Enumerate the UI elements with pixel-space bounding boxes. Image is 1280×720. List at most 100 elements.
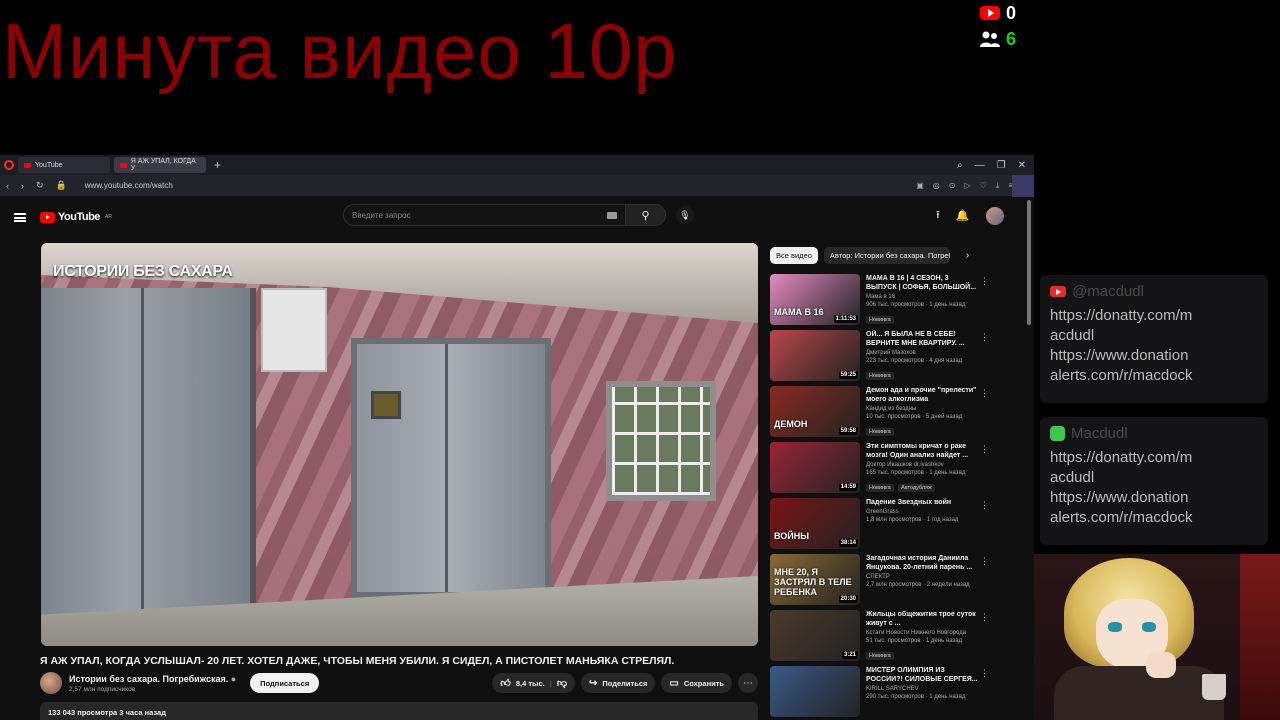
thumbnail[interactable]: МНЕ 20, Я ЗАСТРЯЛ В ТЕЛЕ РЕБЕНКА 20:30 — [770, 554, 860, 605]
new-tab-button[interactable]: + — [210, 158, 225, 172]
search-button[interactable]: ⚲ — [625, 205, 665, 225]
art-background — [1240, 554, 1280, 720]
heart-icon[interactable]: ♡ — [980, 181, 987, 191]
video-player[interactable]: ИСТОРИИ БЕЗ САХАРА — [41, 243, 758, 646]
kebab-menu-icon[interactable]: ⋮ — [980, 556, 989, 567]
kebab-menu-icon[interactable]: ⋮ — [980, 332, 989, 343]
panel-name: @macdudl — [1072, 283, 1144, 300]
recommendation-item[interactable]: МАМА В 16 1:11:53 МАМА В 16 | 4 СЕЗОН, 3 … — [770, 274, 992, 330]
thumbnail[interactable]: 3:21 — [770, 610, 860, 661]
panel-links: https://donatty.com/m acdudl https://www… — [1050, 306, 1258, 386]
restore-icon[interactable]: ❐ — [997, 160, 1006, 171]
url-field[interactable]: www.youtube.com/watch — [85, 181, 173, 190]
recommendation-channel[interactable]: GreenGrass — [866, 509, 978, 515]
forward-icon[interactable]: › — [21, 181, 24, 191]
donate-link[interactable]: https://www.donation — [1050, 346, 1258, 366]
like-count: 8,4 тыс. — [515, 678, 545, 688]
thumbnail[interactable]: 14:59 — [770, 442, 860, 493]
tab-youtube[interactable]: YouTube — [18, 157, 110, 173]
reload-icon[interactable]: ↻ — [36, 180, 44, 191]
bell-icon[interactable]: 🔔 — [956, 209, 970, 222]
recommendation-title[interactable]: Падение Звездных войн — [866, 498, 978, 507]
kebab-menu-icon[interactable]: ⋮ — [980, 612, 989, 623]
thumbnail[interactable]: ВОЙНЫ 38:14 — [770, 498, 860, 549]
like-button[interactable]: 👍︎ 8,4 тыс. | 👎︎ — [492, 673, 575, 693]
minimize-icon[interactable]: — — [975, 160, 985, 171]
kebab-menu-icon[interactable]: ⋮ — [980, 668, 989, 679]
mic-button[interactable]: 🎙 — [676, 206, 694, 224]
recommendation-title[interactable]: Эти симптомы кричат о раке мозга! Один а… — [866, 442, 978, 460]
recommendation-channel[interactable]: Кстати Новости Нижнего Новгорода — [866, 630, 978, 636]
subscribe-button[interactable]: Подписаться — [250, 673, 320, 693]
kebab-menu-icon[interactable]: ⋮ — [980, 500, 989, 511]
recommendation-title[interactable]: Жильцы общежития трое суток живут с ... — [866, 610, 978, 628]
recommendation-item[interactable]: 3:21 Жильцы общежития трое суток живут с… — [770, 610, 992, 666]
recommendation-channel[interactable]: Дмитрий Мазохов — [866, 350, 978, 356]
donate-link-cont[interactable]: alerts.com/r/macdock — [1050, 508, 1258, 528]
extension-button[interactable] — [1012, 175, 1034, 197]
recommendation-item[interactable]: МИСТЕР ОЛИМПИЯ ИЗ РОССИИ?! СИЛОВЫЕ СЕРГЕ… — [770, 666, 992, 720]
recommendation-item[interactable]: ДЕМОН 59:58 Демон ада и прочие "прелести"… — [770, 386, 992, 442]
channel-subs: 2,57 млн подписчиков — [69, 685, 136, 693]
donate-link-cont[interactable]: acdudl — [1050, 326, 1258, 346]
donate-link[interactable]: https://www.donation — [1050, 488, 1258, 508]
thumbnail[interactable] — [770, 666, 860, 717]
kebab-menu-icon[interactable]: ⋮ — [980, 276, 989, 287]
cast-icon[interactable]: ▷ — [964, 181, 970, 191]
recommendation-channel[interactable]: Доктор Ивашков dr.ivashkov — [866, 462, 978, 468]
search-input[interactable]: Введите запрос — [352, 211, 607, 220]
donate-link[interactable]: https://donatty.com/m — [1050, 306, 1258, 326]
kebab-menu-icon[interactable]: ⋮ — [980, 444, 989, 455]
youtube-logo[interactable]: YouTube AR — [40, 211, 112, 223]
channel-avatar[interactable] — [40, 672, 62, 694]
channel-name[interactable]: Истории без сахара. Погребижская. ● — [69, 674, 236, 684]
user-avatar[interactable] — [985, 206, 1004, 225]
duration-badge: 1:11:53 — [833, 315, 858, 323]
donate-link[interactable]: https://donatty.com/m — [1050, 448, 1258, 468]
keyboard-icon[interactable] — [607, 211, 617, 219]
recommendation-title[interactable]: МАМА В 16 | 4 СЕЗОН, 3 ВЫПУСК | СОФЬЯ, Б… — [866, 274, 978, 292]
chevron-right-icon[interactable]: › — [966, 250, 969, 261]
close-icon[interactable]: ✕ — [1018, 160, 1026, 171]
logo-text: YouTube — [58, 211, 100, 223]
thumbnail[interactable]: 59:25 — [770, 330, 860, 381]
thumbnail-text: МНЕ 20, Я ЗАСТРЯЛ В ТЕЛЕ РЕБЕНКА — [774, 567, 852, 597]
thumbnail[interactable]: МАМА В 16 1:11:53 — [770, 274, 860, 325]
pip-icon[interactable]: ▣ — [916, 181, 924, 191]
save-button[interactable]: ▭ Сохранить — [661, 673, 732, 693]
recommendation-title[interactable]: Загадочная история Даниила Янцукова. 20-… — [866, 554, 978, 572]
recommendation-title[interactable]: Демон ада и прочие "прелести" моего алко… — [866, 386, 978, 404]
recommendation-channel[interactable]: Кандид из бездны — [866, 406, 978, 412]
download-icon[interactable]: ⤓ — [996, 181, 1000, 191]
tab-video[interactable]: Я АЖ УПАЛ, КОГДА У — [114, 157, 206, 173]
more-actions-button[interactable]: ⋯ — [738, 673, 758, 693]
chip-author[interactable]: Автор: Истории без сахара. Погребижская. — [823, 247, 950, 264]
kebab-menu-icon[interactable]: ⋮ — [980, 388, 989, 399]
bookmark-icon: ▭ — [669, 677, 679, 689]
recommendation-title[interactable]: ОЙ... Я БЫЛА НЕ В СЕБЕ! ВЕРНИТЕ МНЕ КВАР… — [866, 330, 978, 348]
recommendation-item[interactable]: 59:25 ОЙ... Я БЫЛА НЕ В СЕБЕ! ВЕРНИТЕ МН… — [770, 330, 992, 386]
recommendation-item[interactable]: МНЕ 20, Я ЗАСТРЯЛ В ТЕЛЕ РЕБЕНКА 20:30 За… — [770, 554, 992, 610]
camera-icon[interactable]: ◎ — [933, 181, 940, 191]
thumbs-down-icon[interactable]: 👎︎ — [557, 677, 567, 689]
hamburger-icon[interactable] — [14, 212, 26, 222]
chip-all-videos[interactable]: Все видео — [770, 247, 818, 264]
opera-icon[interactable] — [4, 160, 14, 170]
recommendation-item[interactable]: ВОЙНЫ 38:14 Падение Звездных войн GreenGr… — [770, 498, 992, 554]
thumbnail[interactable]: ДЕМОН 59:58 — [770, 386, 860, 437]
back-icon[interactable]: ‹ — [6, 181, 9, 191]
recommendation-channel[interactable]: СПЕКТР — [866, 574, 978, 580]
page-scrollbar[interactable] — [1027, 200, 1031, 325]
share-button[interactable]: ↪ Поделиться — [580, 673, 656, 693]
recommendation-item[interactable]: 14:59 Эти симптомы кричат о раке мозга! … — [770, 442, 992, 498]
donate-link-cont[interactable]: alerts.com/r/macdock — [1050, 366, 1258, 386]
donate-link-cont[interactable]: acdudl — [1050, 468, 1258, 488]
recommendation-channel[interactable]: Мама в 16 — [866, 294, 978, 300]
recommendation-channel[interactable]: KIRILL SARYCHEV — [866, 686, 978, 692]
search-tabs-icon[interactable]: ⌕ — [957, 160, 963, 171]
upload-icon[interactable]: ⭱ — [936, 206, 940, 225]
recommendation-title[interactable]: МИСТЕР ОЛИМПИЯ ИЗ РОССИИ?! СИЛОВЫЕ СЕРГЕ… — [866, 666, 978, 684]
vpn-icon[interactable]: ⊙ — [949, 181, 956, 191]
description-box[interactable]: 133 043 просмотра 3 часа назад — [40, 702, 758, 720]
video-title: Я АЖ УПАЛ, КОГДА УСЛЫШАЛ- 20 ЛЕТ. ХОТЕЛ … — [40, 655, 675, 667]
